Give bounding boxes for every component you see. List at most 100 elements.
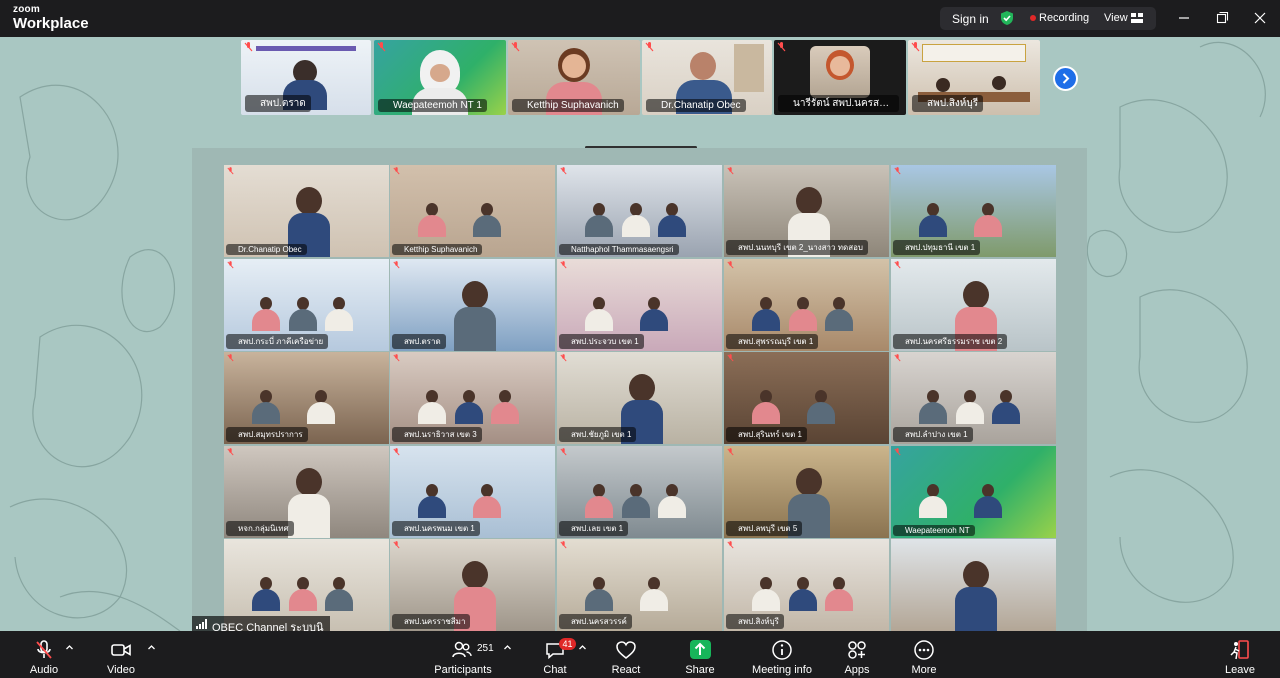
gallery-tile[interactable]: สพป.ลพบุรี เขต 5 — [724, 446, 889, 538]
filmstrip-tile-5[interactable]: นารีรัตน์ สพป.นครสวรรค์ เขต 3 — [774, 40, 906, 115]
gallery-tile[interactable]: Dr.Chanatip Obec — [224, 165, 389, 257]
more-button[interactable]: More — [902, 631, 946, 678]
react-button[interactable]: React — [604, 631, 648, 678]
mic-off-icon — [894, 167, 901, 175]
participant-name: สพป.ชัยภูมิ เขต 1 — [559, 427, 637, 442]
participant-figure — [462, 281, 488, 309]
participant-name: สพป.ตราด — [392, 334, 446, 349]
participant-figure-body — [252, 309, 280, 331]
close-icon[interactable] — [1251, 9, 1269, 27]
gallery-tile[interactable]: สพป.ตราด — [390, 259, 555, 351]
participant-figure-body — [955, 587, 997, 631]
gallery-tile[interactable]: สพป.สิงห์บุรี — [724, 539, 889, 631]
gallery-tile[interactable]: สพป.สุพรรณบุรี เขต 1 — [724, 259, 889, 351]
chevron-up-icon[interactable] — [578, 643, 587, 652]
gallery-tile[interactable]: Natthaphol Thammasaengsri — [557, 165, 722, 257]
recording-indicator[interactable]: Recording — [1039, 12, 1089, 24]
participant-figure-body — [621, 496, 650, 518]
filmstrip-tile-2[interactable]: Waepateemoh NT 1 — [374, 40, 506, 115]
participant-figure-body — [788, 309, 817, 331]
participant-figure-body — [585, 215, 613, 237]
chevron-up-icon[interactable] — [147, 643, 156, 652]
gallery-tile[interactable]: สพป.สมุทรปราการ — [224, 352, 389, 444]
mic-off-icon — [227, 354, 234, 362]
mic-off-icon — [227, 167, 234, 175]
share-button[interactable]: Share — [678, 631, 722, 678]
app-logo: zoom Workplace — [13, 5, 89, 32]
gallery-tile[interactable]: สพป.นครพนม เขต 1 — [390, 446, 555, 538]
sign-in-button[interactable]: Sign in — [952, 12, 989, 26]
audio-button[interactable]: Audio — [22, 631, 66, 678]
participant-figure-body — [418, 402, 446, 424]
gallery-tile[interactable]: สพป.นนทบุรี เขต 2_นางสาว ทดสอบ — [724, 165, 889, 257]
shield-check-icon[interactable] — [999, 10, 1015, 26]
gallery-tile[interactable]: สพป.ชัยภูมิ เขต 1 — [557, 352, 722, 444]
filmstrip-tile-6[interactable]: สพป.สิงห์บุรี — [908, 40, 1040, 115]
participants-button[interactable]: Participants — [433, 631, 493, 678]
gallery-tile[interactable]: สพป.สุรินทร์ เขต 1 — [724, 352, 889, 444]
participant-figure-body — [418, 215, 446, 237]
view-button[interactable]: View — [1104, 12, 1128, 24]
maximize-icon[interactable] — [1213, 9, 1231, 27]
leave-label: Leave — [1225, 664, 1255, 676]
gallery-tile[interactable]: สพป.เลย เขต 1 — [557, 446, 722, 538]
participant-name: Waepateemoh NT — [893, 525, 975, 536]
participant-name: Natthaphol Thammasaengsri — [559, 244, 679, 255]
mic-off-icon — [393, 261, 400, 269]
more-dots-icon — [914, 640, 934, 660]
chevron-up-icon[interactable] — [65, 643, 74, 652]
participant-figure — [963, 281, 989, 309]
participant-name: สพป.นครราชสีมา — [392, 614, 471, 629]
participants-label: Participants — [434, 664, 492, 676]
participant-figure-body — [621, 215, 650, 237]
gallery-tile[interactable]: สพป.นครสวรรค์ — [557, 539, 722, 631]
participant-name: สพป.นครสวรรค์ — [559, 614, 632, 629]
participants-icon — [452, 641, 472, 658]
participant-name: สพป.ลพบุรี เขต 5 — [726, 521, 803, 536]
gallery-tile[interactable]: Waepateemoh NT — [891, 446, 1056, 538]
participant-figure-body — [919, 402, 947, 424]
gallery-tile[interactable]: สพป.นครราชสีมา — [390, 539, 555, 631]
gallery-tile[interactable]: สพป.ประจวบ เขต 1 — [557, 259, 722, 351]
meeting-info-button[interactable]: Meeting info — [752, 631, 812, 678]
video-button[interactable]: Video — [99, 631, 143, 678]
filmstrip-tile-3[interactable]: Ketthip Suphavanich — [508, 40, 640, 115]
brand-bottom: Workplace — [13, 15, 89, 32]
participant-figure-body — [974, 496, 1002, 518]
apps-button[interactable]: Apps — [835, 631, 879, 678]
mic-off-icon — [727, 261, 734, 269]
mic-off-icon — [377, 42, 386, 52]
video-label: Video — [107, 664, 135, 676]
mic-off-icon — [511, 42, 520, 52]
participant-figure-body — [974, 215, 1002, 237]
share-arrow-icon — [694, 642, 706, 655]
leave-door-icon — [1230, 640, 1249, 660]
participant-name: สพป.ตราด — [245, 95, 311, 112]
filmstrip-tile-4[interactable]: Dr.Chanatip Obec — [642, 40, 772, 115]
gallery-tile[interactable]: หจก.กลุ่มนิเทศ — [224, 446, 389, 538]
view-grid-icon[interactable] — [1131, 13, 1143, 23]
gallery-tile[interactable]: สพป.นราธิวาส เขต 3 — [390, 352, 555, 444]
participant-figure-body — [992, 402, 1021, 424]
participant-name: สพป.สุรินทร์ เขต 1 — [726, 427, 807, 442]
participant-figure-body — [252, 402, 280, 424]
gallery-tile[interactable]: สพป.กระบี่ ภาคีเครือข่าย — [224, 259, 389, 351]
gallery-tile[interactable]: สพป.ลำปาง เขต 1 — [891, 352, 1056, 444]
gallery-tile[interactable]: สพป.นครศรีธรรมราช เขต 2 — [891, 259, 1056, 351]
participant-figure-body — [752, 309, 780, 331]
gallery-tile[interactable]: สพป.ปทุมธานี เขต 1 — [891, 165, 1056, 257]
gallery-tile[interactable] — [891, 539, 1056, 631]
mic-off-icon — [560, 541, 567, 549]
leave-button[interactable]: Leave — [1218, 631, 1262, 678]
chat-label: Chat — [543, 664, 567, 676]
apps-icon — [848, 641, 866, 659]
participant-name: สพป.สิงห์บุรี — [726, 614, 784, 629]
heart-icon — [616, 641, 636, 659]
gallery-tile[interactable]: Ketthip Suphavanich — [390, 165, 555, 257]
chevron-up-icon[interactable] — [503, 643, 512, 652]
filmstrip-tile-1[interactable]: สพป.ตราด — [241, 40, 371, 115]
filmstrip-next-button[interactable] — [1053, 66, 1078, 91]
meeting-info-label: Meeting info — [752, 664, 812, 676]
minimize-icon[interactable] — [1175, 9, 1193, 27]
participant-name: สพป.ประจวบ เขต 1 — [559, 334, 644, 349]
